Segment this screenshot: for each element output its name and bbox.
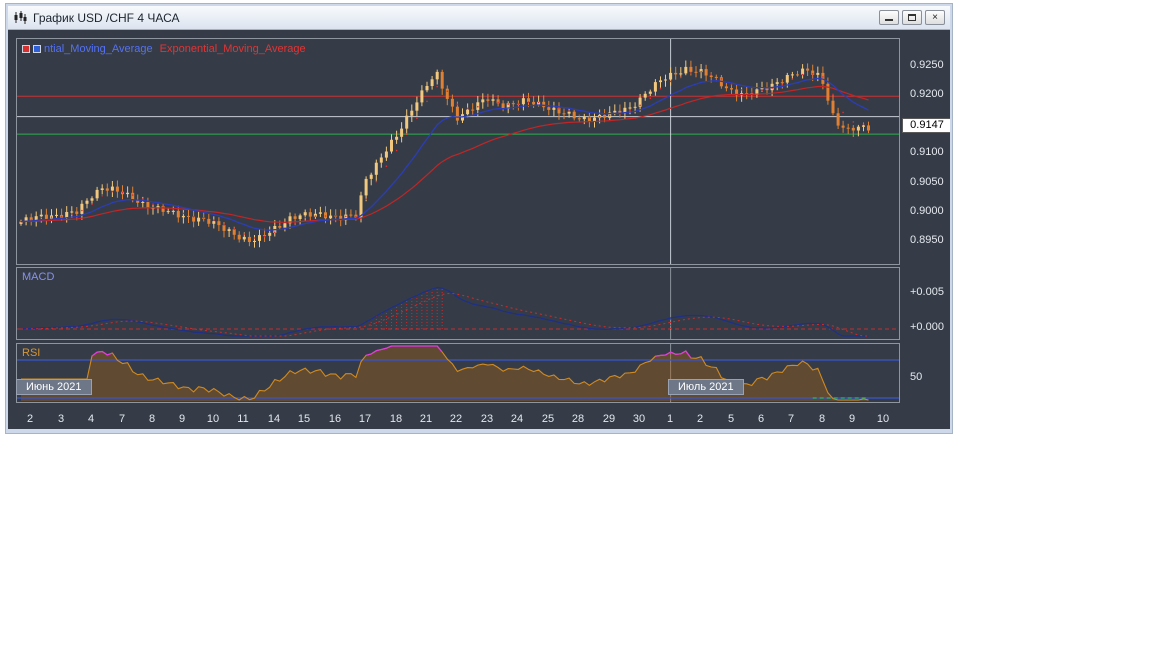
- indicator-legend: ntial_Moving_Average Exponential_Moving_…: [22, 43, 306, 55]
- time-axis-label: 29: [602, 413, 616, 425]
- axis-label: 0.9000: [910, 205, 944, 217]
- time-axis[interactable]: 2 3 4 7 8 9 10 11 14 15 16 17 18 21 22 23 24 25 28 29 30 1 2 5 6…: [8, 407, 908, 429]
- minimize-button[interactable]: [879, 10, 899, 25]
- time-axis-label: 3: [57, 413, 65, 425]
- time-axis-label: 28: [571, 413, 585, 425]
- axis-label: 0.8950: [910, 234, 944, 246]
- maximize-icon: [908, 14, 916, 21]
- chart-window: График USD /CHF 4 ЧАСА × ntial_Moving_Av…: [6, 4, 952, 433]
- time-axis-label: 16: [328, 413, 342, 425]
- minimize-icon: [885, 14, 893, 21]
- chart-app-icon: [13, 11, 27, 24]
- time-axis-label: 2: [696, 413, 704, 425]
- window-controls: ×: [879, 10, 945, 25]
- time-axis-label: 17: [358, 413, 372, 425]
- close-icon: ×: [932, 11, 938, 23]
- month-label-july: Июль 2021: [668, 379, 744, 395]
- rsi-label: RSI: [22, 347, 41, 359]
- axis-label: 0.9100: [910, 146, 944, 158]
- time-axis-label: 10: [206, 413, 220, 425]
- maximize-button[interactable]: [902, 10, 922, 25]
- axis-label: +0.000: [910, 321, 944, 333]
- price-scale[interactable]: 0.9250 0.9200 0.9100 0.9050 0.9000 0.8950 +0.0…: [902, 30, 950, 429]
- time-axis-label: 5: [727, 413, 735, 425]
- macd-panel[interactable]: MACD: [16, 267, 900, 340]
- time-axis-label: 25: [541, 413, 555, 425]
- legend-swatch-blue[interactable]: [33, 45, 41, 53]
- time-axis-label: 4: [87, 413, 95, 425]
- time-axis-label: 8: [148, 413, 156, 425]
- legend-ema-slow-label: Exponential_Moving_Average: [159, 43, 306, 55]
- time-axis-label: 24: [510, 413, 524, 425]
- axis-label: +0.005: [910, 286, 944, 298]
- time-axis-label: 18: [389, 413, 403, 425]
- month-label-june: Июнь 2021: [16, 379, 92, 395]
- time-axis-label: 23: [480, 413, 494, 425]
- price-panel[interactable]: ntial_Moving_Average Exponential_Moving_…: [16, 38, 900, 265]
- time-axis-label: 7: [118, 413, 126, 425]
- current-price-box: 0.9147: [902, 118, 950, 133]
- axis-label: 0.9050: [910, 176, 944, 188]
- legend-swatch-red[interactable]: [22, 45, 30, 53]
- time-axis-label: 30: [632, 413, 646, 425]
- time-axis-label: 15: [297, 413, 311, 425]
- time-axis-label: 6: [757, 413, 765, 425]
- axis-label: 0.9250: [910, 59, 944, 71]
- time-axis-label: 10: [876, 413, 890, 425]
- window-title: График USD /CHF 4 ЧАСА: [33, 10, 180, 25]
- time-axis-label: 2: [26, 413, 34, 425]
- time-axis-label: 21: [419, 413, 433, 425]
- time-axis-label: 11: [237, 413, 249, 425]
- rsi-panel[interactable]: RSI: [16, 343, 900, 403]
- time-axis-label: 1: [666, 413, 674, 425]
- title-bar[interactable]: График USD /CHF 4 ЧАСА ×: [8, 6, 950, 30]
- time-axis-label: 14: [267, 413, 281, 425]
- close-button[interactable]: ×: [925, 10, 945, 25]
- time-axis-label: 9: [178, 413, 186, 425]
- time-axis-label: 22: [449, 413, 463, 425]
- time-axis-label: 7: [787, 413, 795, 425]
- axis-label: 0.9200: [910, 88, 944, 100]
- macd-label: MACD: [22, 271, 55, 283]
- legend-ema-fast-label: ntial_Moving_Average: [44, 43, 153, 55]
- time-axis-label: 8: [818, 413, 826, 425]
- time-axis-label: 9: [848, 413, 856, 425]
- chart-client-area: ntial_Moving_Average Exponential_Moving_…: [8, 30, 950, 429]
- axis-label: 50: [910, 371, 923, 383]
